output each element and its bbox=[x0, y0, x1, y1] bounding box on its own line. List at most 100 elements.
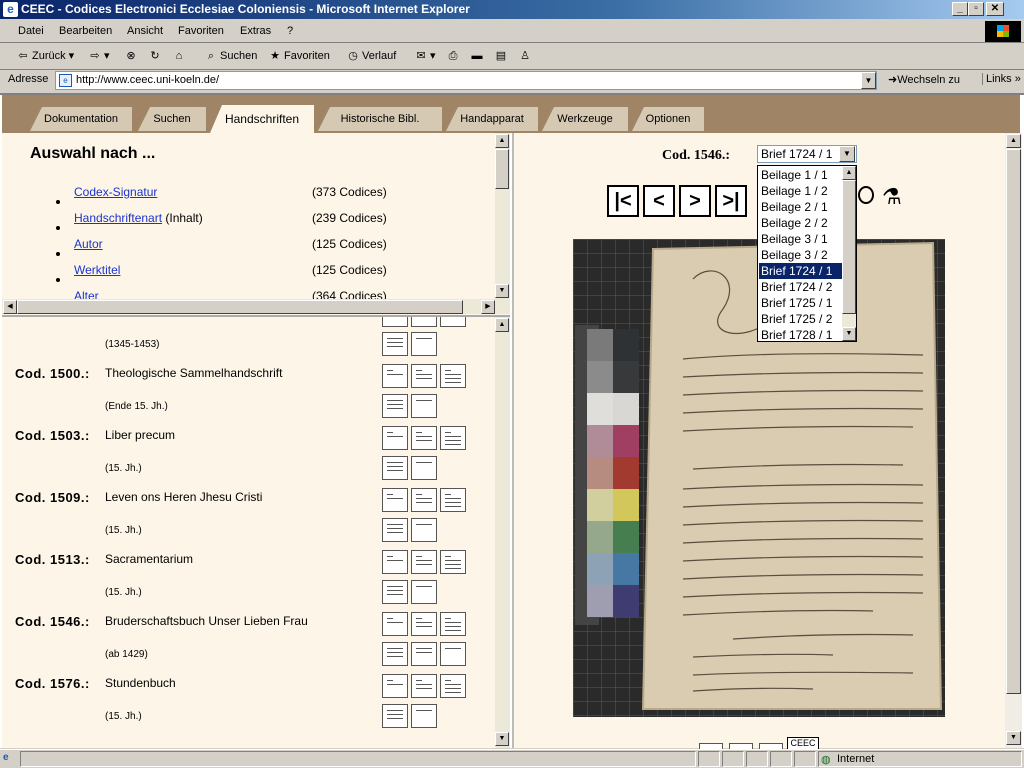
page-thumbnail-icon[interactable] bbox=[382, 518, 408, 542]
link-autor[interactable]: Autor bbox=[74, 237, 103, 251]
tab-handschriften[interactable]: Handschriften bbox=[210, 105, 314, 133]
next-page-button[interactable]: > bbox=[679, 185, 711, 217]
page-thumbnail-icon[interactable] bbox=[382, 580, 408, 604]
single-page-icon[interactable] bbox=[411, 332, 437, 356]
refresh-button[interactable]: ↻ bbox=[148, 49, 164, 63]
codex-number[interactable]: Cod. 1513.: bbox=[15, 552, 90, 567]
stop-button[interactable]: ⊗ bbox=[124, 49, 140, 63]
doc-icon[interactable] bbox=[411, 317, 437, 327]
single-page-icon[interactable] bbox=[411, 456, 437, 480]
print-button[interactable]: ⎙ bbox=[446, 49, 462, 63]
single-page-icon[interactable] bbox=[411, 394, 437, 418]
codex-number[interactable]: Cod. 1509.: bbox=[15, 490, 90, 505]
doc-icon[interactable] bbox=[382, 317, 408, 327]
menu-datei[interactable]: Datei bbox=[18, 25, 44, 37]
page-thumbnail-icon[interactable] bbox=[382, 704, 408, 728]
mail-button[interactable]: ✉ ▾ bbox=[414, 49, 435, 63]
select-arrow-button[interactable]: ▼ bbox=[839, 146, 855, 162]
previous-page-button[interactable]: < bbox=[643, 185, 675, 217]
back-button[interactable]: ⇦ Zurück ▾ bbox=[16, 49, 74, 63]
description-icon[interactable] bbox=[440, 426, 466, 450]
alter-link[interactable]: Alter bbox=[74, 289, 99, 299]
codices-vscrollbar[interactable] bbox=[495, 317, 510, 748]
description-icon[interactable] bbox=[440, 364, 466, 388]
forward-button[interactable]: ⇨ ▾ bbox=[88, 49, 109, 63]
description-icon[interactable] bbox=[382, 612, 408, 636]
page-thumbnail-icon[interactable] bbox=[382, 394, 408, 418]
tab-dokumentation[interactable]: Dokumentation bbox=[30, 107, 132, 131]
last-page-button[interactable]: >| bbox=[715, 185, 747, 217]
autor-link[interactable]: Autor bbox=[74, 237, 103, 251]
tab-werkzeuge[interactable]: Werkzeuge bbox=[542, 107, 628, 131]
select-option[interactable]: Beilage 1 / 2 bbox=[759, 183, 843, 199]
description-icon[interactable] bbox=[382, 488, 408, 512]
description-icon[interactable] bbox=[382, 674, 408, 698]
description-icon[interactable] bbox=[440, 674, 466, 698]
discuss-button[interactable]: ▤ bbox=[494, 49, 510, 63]
scroll-up-button[interactable]: ▲ bbox=[842, 166, 856, 180]
history-button[interactable]: ◷ Verlauf bbox=[346, 49, 396, 63]
links-button[interactable]: Links » bbox=[982, 73, 1021, 85]
description-icon[interactable] bbox=[411, 364, 437, 388]
select-option[interactable]: Beilage 2 / 1 bbox=[759, 199, 843, 215]
werktitel-link[interactable]: Werktitel bbox=[74, 263, 120, 277]
select-option-selected[interactable]: Brief 1724 / 1 bbox=[759, 263, 843, 279]
menu-ansicht[interactable]: Ansicht bbox=[127, 25, 163, 37]
scroll-up-button[interactable]: ▲ bbox=[1006, 134, 1021, 148]
codex-title[interactable]: Leven ons Heren Jhesu Cristi bbox=[105, 490, 262, 504]
codex-signatur-link[interactable]: Codex-Signatur bbox=[74, 185, 157, 199]
handschriftenart-link[interactable]: Handschriftenart bbox=[74, 211, 162, 225]
doc-icon[interactable] bbox=[440, 317, 466, 327]
description-icon[interactable] bbox=[411, 426, 437, 450]
codex-number[interactable]: Cod. 1546.: bbox=[15, 614, 90, 629]
menu-help[interactable]: ? bbox=[287, 25, 293, 37]
ceec-footer-label[interactable]: CEEC bbox=[787, 737, 819, 749]
scroll-down-button[interactable]: ▼ bbox=[495, 732, 509, 746]
codex-title[interactable]: Theologische Sammelhandschrift bbox=[105, 366, 282, 380]
description-icon[interactable] bbox=[411, 674, 437, 698]
select-option[interactable]: Beilage 2 / 2 bbox=[759, 215, 843, 231]
codex-title[interactable]: Stundenbuch bbox=[105, 676, 176, 690]
select-option[interactable]: Beilage 3 / 1 bbox=[759, 231, 843, 247]
select-option[interactable]: Brief 1728 / 1 bbox=[759, 327, 843, 343]
go-button[interactable]: ➜Wechseln zu bbox=[888, 73, 960, 86]
close-button[interactable]: ✕ bbox=[986, 2, 1004, 16]
description-icon[interactable] bbox=[382, 364, 408, 388]
link-werktitel[interactable]: Werktitel bbox=[74, 263, 120, 277]
description-icon[interactable] bbox=[440, 612, 466, 636]
scroll-left-button[interactable]: ◀ bbox=[3, 300, 17, 314]
single-page-icon[interactable] bbox=[411, 518, 437, 542]
scroll-down-button[interactable]: ▼ bbox=[842, 327, 856, 341]
edit-button[interactable]: ▬ bbox=[470, 49, 486, 63]
scroll-up-button[interactable]: ▲ bbox=[495, 134, 509, 148]
zoom-icon[interactable] bbox=[858, 186, 874, 204]
codex-number[interactable]: Cod. 1576.: bbox=[15, 676, 90, 691]
description-icon[interactable] bbox=[440, 488, 466, 512]
scroll-right-button[interactable]: ▶ bbox=[481, 300, 495, 314]
scroll-thumb[interactable] bbox=[1006, 149, 1021, 694]
description-icon[interactable] bbox=[382, 426, 408, 450]
tab-historische-bibl[interactable]: Historische Bibl. bbox=[318, 107, 442, 131]
select-option[interactable]: Brief 1724 / 2 bbox=[759, 279, 843, 295]
search-button[interactable]: ⌕ Suchen bbox=[204, 49, 257, 63]
scroll-down-button[interactable]: ▼ bbox=[495, 284, 509, 298]
minimize-button[interactable]: _ bbox=[952, 2, 968, 16]
single-page-icon[interactable] bbox=[440, 642, 466, 666]
page-thumbnail-icon[interactable] bbox=[382, 456, 408, 480]
home-button[interactable]: ⌂ bbox=[172, 49, 188, 63]
scroll-down-button[interactable]: ▼ bbox=[1006, 731, 1021, 745]
hscroll-thumb[interactable] bbox=[17, 300, 463, 314]
codex-number[interactable]: Cod. 1500.: bbox=[15, 366, 90, 381]
menu-bearbeiten[interactable]: Bearbeiten bbox=[59, 25, 112, 37]
address-input[interactable]: e http://www.ceec.uni-koeln.de/ bbox=[55, 71, 877, 90]
description-icon[interactable] bbox=[382, 550, 408, 574]
description-icon[interactable] bbox=[411, 488, 437, 512]
link-handschriftenart[interactable]: Handschriftenart (Inhalt) bbox=[74, 211, 203, 225]
multi-page-icon[interactable] bbox=[411, 642, 437, 666]
favorites-button[interactable]: ★ Favoriten bbox=[268, 49, 330, 63]
page-thumbnail-icon[interactable] bbox=[382, 642, 408, 666]
codex-title[interactable]: Liber precum bbox=[105, 428, 175, 442]
description-icon[interactable] bbox=[411, 550, 437, 574]
scroll-up-button[interactable]: ▲ bbox=[495, 318, 509, 332]
document-select-dropdown[interactable]: Beilage 1 / 1 Beilage 1 / 2 Beilage 2 / … bbox=[757, 165, 857, 342]
